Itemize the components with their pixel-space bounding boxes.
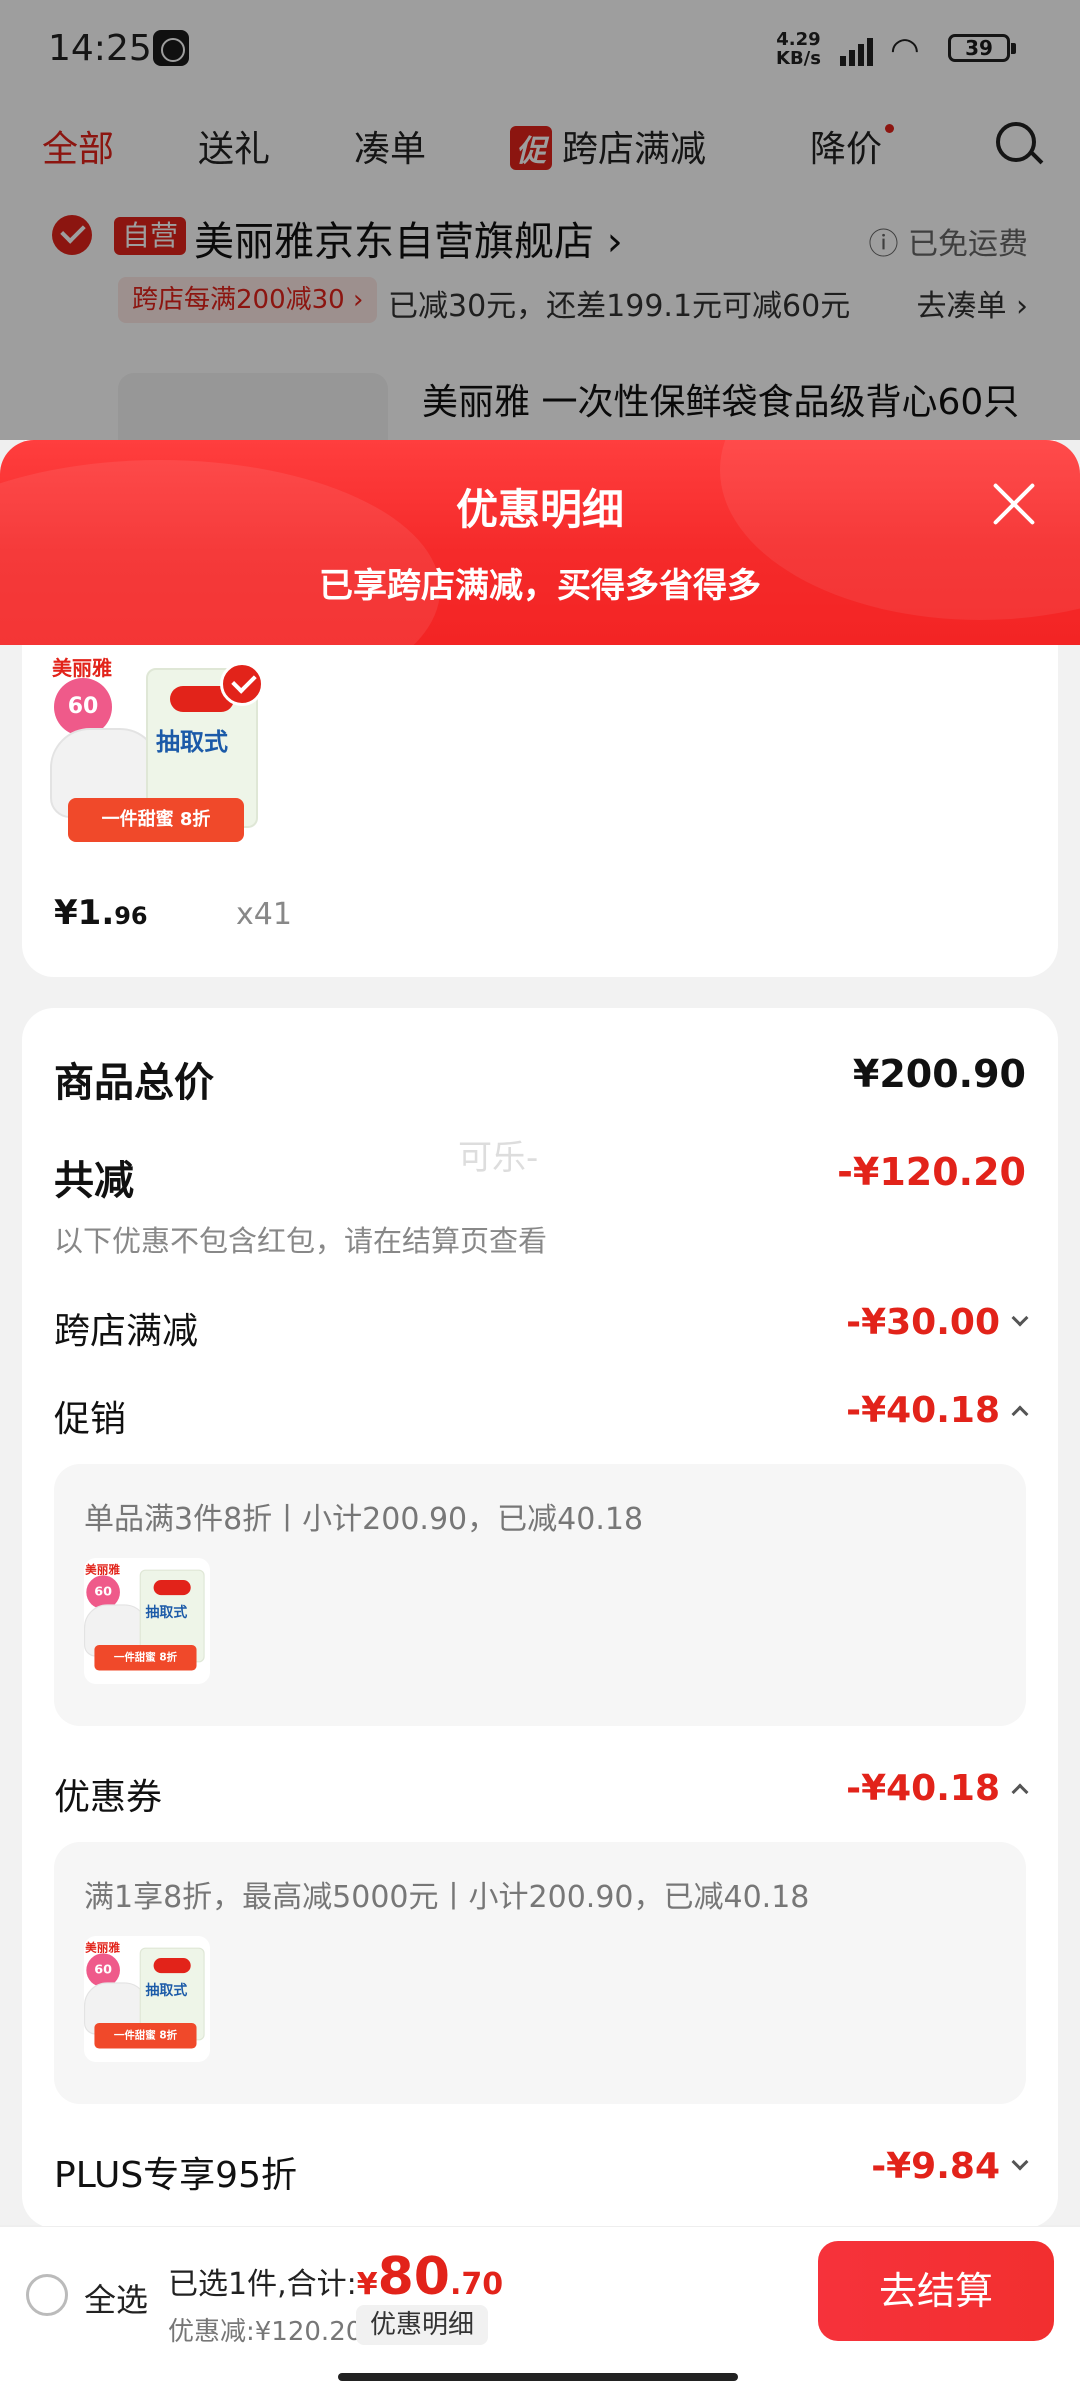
total-integer: 80 [377,2247,450,2307]
promotion-product-thumbnail: 美丽雅 60 抽取式 一件甜蜜 8折 [84,1558,210,1684]
chevron-down-icon [1011,2153,1029,2171]
promotion-amount[interactable]: -¥40.18 [846,1390,1029,1431]
coupon-value: -¥40.18 [846,1768,1000,1809]
product-mini-art: 美丽雅 60 抽取式 一件甜蜜 8折 [84,1558,205,1671]
checkout-bar: 全选 已选1件,合计:¥80.70 优惠减:¥120.20 优惠明细 去结算 [0,2226,1080,2358]
promo-ribbon: 一件甜蜜 8折 [94,2023,197,2049]
plus-discount-label[interactable]: PLUS专享95折 [54,2146,297,2198]
discount-detail-button[interactable]: 优惠明细 [356,2305,489,2345]
coupon-detail-panel: 满1享8折，最高减5000元丨小计200.90，已减40.18 美丽雅 60 抽… [54,1842,1026,2104]
cross-store-discount-amount[interactable]: -¥30.00 [846,1302,1029,1343]
goods-price-dec: 96 [114,902,148,930]
goods-price: ¥1.96 [54,893,148,933]
brand-logo: 美丽雅 [52,656,112,680]
promo-ribbon: 一件甜蜜 8折 [68,798,244,842]
select-all-label[interactable]: 全选 [84,2275,148,2321]
select-all-radio[interactable] [26,2274,68,2316]
coupon-product-thumbnail: 美丽雅 60 抽取式 一件甜蜜 8折 [84,1936,210,2062]
red-packet-note: 以下优惠不包含红包，请在结算页查看 [54,1224,548,1258]
chevron-up-icon [1011,1783,1029,1801]
promotion-detail-panel: 单品满3件8折丨小计200.90，已减40.18 美丽雅 60 抽取式 一件甜蜜… [54,1464,1026,1726]
sheet-title: 优惠明细 [455,485,624,534]
goods-price-int: ¥1. [54,893,115,933]
promotion-value: -¥40.18 [846,1390,1000,1431]
sheet-header: 优惠明细 已享跨店满减，买得多省得多 [0,440,1080,645]
box-title: 抽取式 [156,728,228,756]
promotion-detail-text: 单品满3件8折丨小计200.90，已减40.18 [84,1502,644,1537]
total-reduce-label: 共减 [54,1158,134,1204]
modal-overlay[interactable] [0,0,1080,440]
selected-total: 已选1件,合计:¥80.70 [168,2247,503,2307]
goods-check-icon[interactable] [220,662,264,706]
cross-store-discount-label[interactable]: 跨店满减 [54,1302,198,1354]
sheet-subtitle: 已享跨店满减，买得多省得多 [319,566,761,606]
total-price-amount: ¥200.90 [852,1052,1026,1096]
coupon-amount[interactable]: -¥40.18 [846,1768,1029,1809]
box-title: 抽取式 [145,1604,188,1621]
promotion-label[interactable]: 促销 [54,1390,126,1442]
plus-discount-amount[interactable]: -¥9.84 [871,2146,1029,2187]
checkout-button[interactable]: 去结算 [818,2241,1054,2341]
discount-summary: 优惠减:¥120.20 [168,2317,363,2347]
total-reduce-amount: -¥120.20 [837,1150,1026,1194]
chevron-down-icon [1011,1309,1029,1327]
box-title: 抽取式 [145,1982,188,1999]
watermark: 可乐- [458,1138,539,1178]
coupon-detail-text: 满1享8折，最高减5000元丨小计200.90，已减40.18 [84,1880,810,1915]
total-decimal: .70 [449,2267,504,2302]
total-currency: ¥ [356,2267,378,2302]
home-indicator[interactable] [338,2373,738,2381]
promo-ribbon: 一件甜蜜 8折 [94,1645,197,1671]
plus-discount-value: -¥9.84 [871,2146,1000,2187]
selected-count-text: 已选1件,合计: [168,2267,357,2302]
goods-quantity: x41 [236,897,292,932]
close-icon[interactable] [990,480,1038,528]
product-mini-art: 美丽雅 60 抽取式 一件甜蜜 8折 [84,1936,205,2049]
coupon-label[interactable]: 优惠券 [54,1768,162,1820]
chevron-up-icon [1011,1405,1029,1423]
total-price-label: 商品总价 [54,1060,214,1106]
cross-store-discount-value: -¥30.00 [846,1302,1000,1343]
